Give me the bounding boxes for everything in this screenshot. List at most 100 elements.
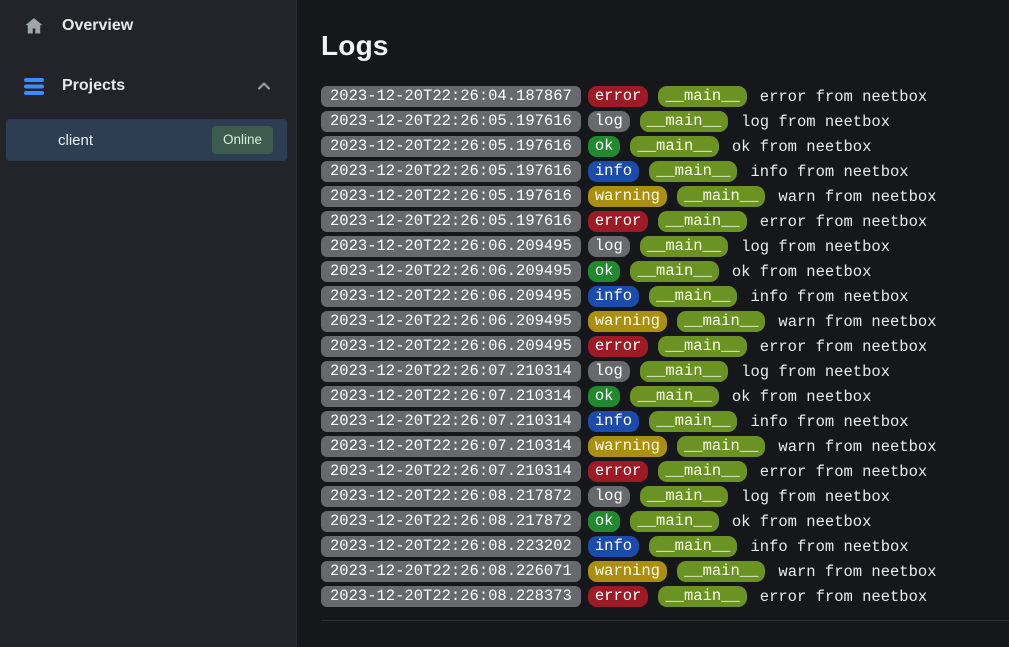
log-message: info from neetbox	[750, 538, 908, 556]
home-icon	[24, 16, 44, 36]
log-timestamp: 2023-12-20T22:26:08.228373	[321, 586, 581, 607]
log-row: 2023-12-20T22:26:05.197616 warning __mai…	[321, 186, 1009, 207]
log-message: ok from neetbox	[732, 513, 872, 531]
log-message: ok from neetbox	[732, 388, 872, 406]
log-module-badge: __main__	[630, 511, 718, 532]
log-module-badge: __main__	[649, 411, 737, 432]
log-timestamp: 2023-12-20T22:26:06.209495	[321, 236, 581, 257]
log-level-badge: ok	[588, 136, 621, 157]
log-row: 2023-12-20T22:26:08.223202 info __main__…	[321, 536, 1009, 557]
log-row: 2023-12-20T22:26:08.217872 ok __main__ o…	[321, 511, 1009, 532]
log-level-badge: info	[588, 536, 639, 557]
log-row: 2023-12-20T22:26:07.210314 ok __main__ o…	[321, 386, 1009, 407]
log-level-badge: ok	[588, 261, 621, 282]
log-row: 2023-12-20T22:26:05.197616 error __main_…	[321, 211, 1009, 232]
log-row: 2023-12-20T22:26:07.210314 warning __mai…	[321, 436, 1009, 457]
log-message: error from neetbox	[760, 338, 927, 356]
log-message: log from neetbox	[741, 488, 890, 506]
log-row: 2023-12-20T22:26:05.197616 ok __main__ o…	[321, 136, 1009, 157]
log-module-badge: __main__	[677, 186, 765, 207]
log-row: 2023-12-20T22:26:06.209495 warning __mai…	[321, 311, 1009, 332]
log-level-badge: info	[588, 161, 639, 182]
log-row: 2023-12-20T22:26:08.228373 error __main_…	[321, 586, 1009, 607]
log-row: 2023-12-20T22:26:06.209495 ok __main__ o…	[321, 261, 1009, 282]
log-message: log from neetbox	[741, 113, 890, 131]
log-message: warn from neetbox	[778, 313, 936, 331]
log-timestamp: 2023-12-20T22:26:05.197616	[321, 136, 581, 157]
log-timestamp: 2023-12-20T22:26:04.187867	[321, 86, 581, 107]
log-module-badge: __main__	[677, 436, 765, 457]
log-level-badge: ok	[588, 386, 621, 407]
log-timestamp: 2023-12-20T22:26:07.210314	[321, 411, 581, 432]
log-level-badge: info	[588, 286, 639, 307]
log-message: log from neetbox	[741, 238, 890, 256]
log-row: 2023-12-20T22:26:08.217872 log __main__ …	[321, 486, 1009, 507]
log-timestamp: 2023-12-20T22:26:06.209495	[321, 311, 581, 332]
log-message: error from neetbox	[760, 213, 927, 231]
log-timestamp: 2023-12-20T22:26:08.217872	[321, 486, 581, 507]
log-row: 2023-12-20T22:26:07.210314 error __main_…	[321, 461, 1009, 482]
log-row: 2023-12-20T22:26:08.226071 warning __mai…	[321, 561, 1009, 582]
log-timestamp: 2023-12-20T22:26:07.210314	[321, 436, 581, 457]
log-message: info from neetbox	[750, 163, 908, 181]
log-row: 2023-12-20T22:26:05.197616 info __main__…	[321, 161, 1009, 182]
log-message: error from neetbox	[760, 588, 927, 606]
log-module-badge: __main__	[649, 536, 737, 557]
sidebar: Overview Projects client Online	[0, 0, 297, 647]
log-module-badge: __main__	[630, 136, 718, 157]
log-level-badge: ok	[588, 511, 621, 532]
log-module-badge: __main__	[658, 211, 746, 232]
log-level-badge: warning	[588, 311, 667, 332]
log-message: ok from neetbox	[732, 138, 872, 156]
log-level-badge: warning	[588, 186, 667, 207]
sidebar-item-overview[interactable]: Overview	[0, 8, 296, 44]
log-module-badge: __main__	[640, 236, 728, 257]
app-window: Overview Projects client Online Logs	[0, 0, 1009, 647]
log-message: info from neetbox	[750, 288, 908, 306]
menu-icon	[24, 76, 44, 96]
log-level-badge: error	[588, 86, 649, 107]
log-timestamp: 2023-12-20T22:26:06.209495	[321, 261, 581, 282]
log-message: info from neetbox	[750, 413, 908, 431]
log-level-badge: error	[588, 211, 649, 232]
log-row: 2023-12-20T22:26:06.209495 error __main_…	[321, 336, 1009, 357]
log-row: 2023-12-20T22:26:05.197616 log __main__ …	[321, 111, 1009, 132]
log-timestamp: 2023-12-20T22:26:07.210314	[321, 386, 581, 407]
log-timestamp: 2023-12-20T22:26:05.197616	[321, 186, 581, 207]
log-level-badge: log	[588, 111, 630, 132]
log-message: warn from neetbox	[778, 563, 936, 581]
log-row: 2023-12-20T22:26:06.209495 info __main__…	[321, 286, 1009, 307]
chevron-up-icon[interactable]	[256, 78, 272, 94]
sidebar-item-label: Overview	[62, 17, 133, 35]
log-level-badge: error	[588, 336, 649, 357]
log-row: 2023-12-20T22:26:07.210314 info __main__…	[321, 411, 1009, 432]
log-module-badge: __main__	[640, 486, 728, 507]
log-message: error from neetbox	[760, 463, 927, 481]
sidebar-item-label: Projects	[62, 77, 125, 95]
log-timestamp: 2023-12-20T22:26:06.209495	[321, 336, 581, 357]
sidebar-item-projects[interactable]: Projects	[0, 68, 296, 104]
log-module-badge: __main__	[658, 86, 746, 107]
log-timestamp: 2023-12-20T22:26:06.209495	[321, 286, 581, 307]
log-timestamp: 2023-12-20T22:26:08.226071	[321, 561, 581, 582]
log-row: 2023-12-20T22:26:07.210314 log __main__ …	[321, 361, 1009, 382]
log-module-badge: __main__	[630, 386, 718, 407]
log-message: warn from neetbox	[778, 438, 936, 456]
log-module-badge: __main__	[640, 361, 728, 382]
log-module-badge: __main__	[649, 161, 737, 182]
status-badge: Online	[212, 126, 273, 154]
log-timestamp: 2023-12-20T22:26:08.223202	[321, 536, 581, 557]
log-list: 2023-12-20T22:26:04.187867 error __main_…	[321, 86, 1009, 607]
log-module-badge: __main__	[658, 461, 746, 482]
log-level-badge: error	[588, 461, 649, 482]
log-row: 2023-12-20T22:26:06.209495 log __main__ …	[321, 236, 1009, 257]
log-timestamp: 2023-12-20T22:26:08.217872	[321, 511, 581, 532]
logs-panel: Logs 2023-12-20T22:26:04.187867 error __…	[297, 0, 1009, 647]
sidebar-item-client[interactable]: client Online	[6, 119, 287, 161]
log-timestamp: 2023-12-20T22:26:05.197616	[321, 161, 581, 182]
log-level-badge: log	[588, 486, 630, 507]
log-row: 2023-12-20T22:26:04.187867 error __main_…	[321, 86, 1009, 107]
log-module-badge: __main__	[677, 311, 765, 332]
log-module-badge: __main__	[658, 336, 746, 357]
log-module-badge: __main__	[677, 561, 765, 582]
